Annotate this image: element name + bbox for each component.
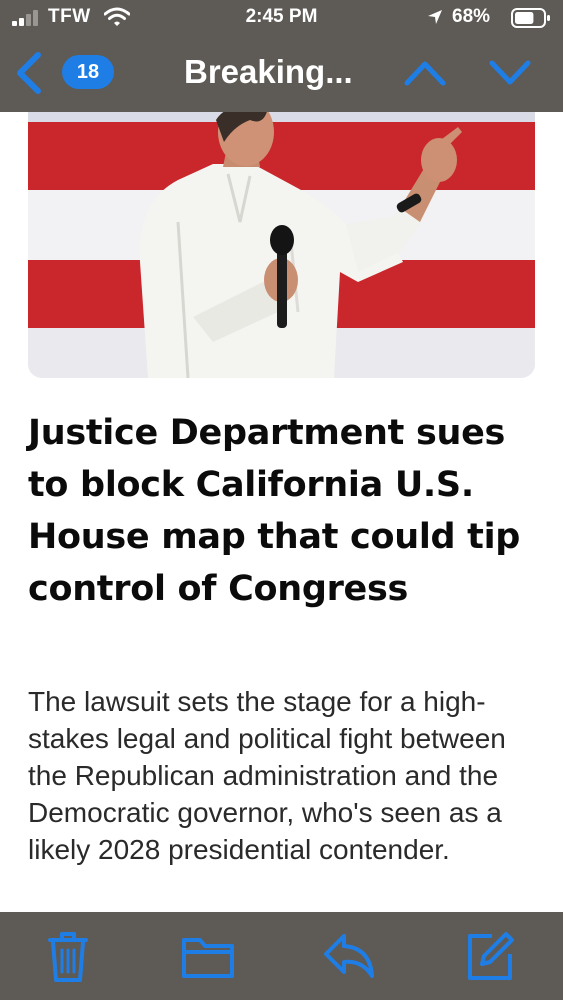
chevron-left-icon[interactable]	[14, 52, 44, 94]
mailbox-title: Breaking...	[184, 53, 353, 90]
folder-icon	[182, 938, 234, 978]
hero-image	[28, 112, 535, 378]
message-toolbar	[0, 912, 563, 1000]
reply-icon	[324, 934, 374, 978]
trash-icon	[48, 932, 88, 982]
battery-icon	[511, 8, 550, 28]
compose-icon	[468, 932, 514, 980]
status-bar: TFW 2:45 PM 68%	[0, 0, 563, 36]
compose-button[interactable]	[462, 928, 518, 984]
speaker-photo	[28, 112, 535, 378]
trash-button[interactable]	[40, 928, 96, 984]
battery-percentage: 68%	[452, 6, 491, 27]
mail-message-screen: TFW 2:45 PM 68% 18 Breaking... Justice D…	[0, 0, 563, 1000]
location-arrow-icon	[428, 10, 442, 24]
article-headline: Justice Department sues to block Califor…	[28, 413, 521, 609]
unread-count-badge[interactable]: 18	[62, 55, 114, 89]
article-summary: The lawsuit sets the stage for a high-st…	[28, 686, 506, 865]
message-body[interactable]: Justice Department sues to block Califor…	[0, 112, 563, 912]
message-nav-bar: 18 Breaking...	[0, 36, 563, 112]
move-to-folder-button[interactable]	[180, 928, 236, 984]
chevron-up-icon[interactable]	[403, 58, 447, 88]
reply-button[interactable]	[320, 928, 376, 984]
chevron-down-icon[interactable]	[488, 58, 532, 88]
